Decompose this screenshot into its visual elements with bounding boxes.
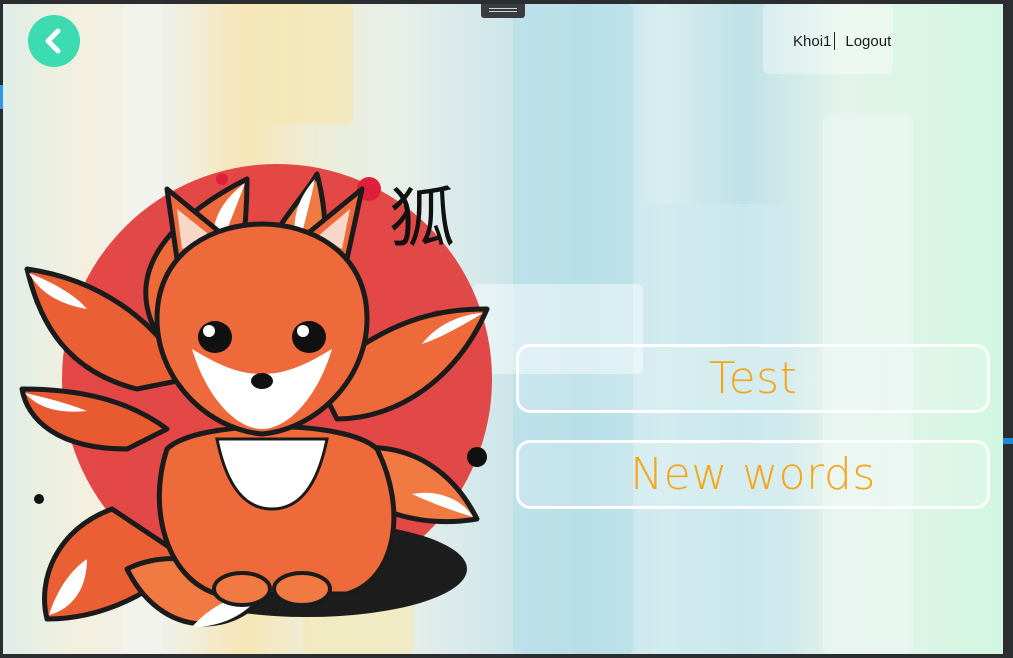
paint-dot <box>216 173 228 185</box>
fox-head <box>154 186 370 437</box>
test-button-label: Test <box>708 353 798 404</box>
outer-frame-right-accent <box>1003 438 1013 444</box>
new-words-button-label: New words <box>630 449 876 500</box>
window-drag-handle[interactable] <box>481 4 525 18</box>
user-bar: Khoi1 Logout <box>793 32 891 50</box>
fox-paw <box>272 571 332 607</box>
test-button[interactable]: Test <box>516 344 990 413</box>
app-window: Khoi1 Logout 狐 Test New words <box>3 4 1003 654</box>
text-cursor <box>834 32 836 50</box>
bg-stroke <box>643 204 793 654</box>
bg-stroke <box>263 4 353 124</box>
kanji-glyph: 狐 <box>389 180 455 257</box>
logout-link[interactable]: Logout <box>845 33 891 50</box>
outer-frame-right <box>1003 0 1013 658</box>
new-words-button[interactable]: New words <box>516 440 990 509</box>
username-label: Khoi1 <box>793 32 832 50</box>
chevron-left-icon <box>45 28 61 54</box>
paint-dot <box>34 494 44 504</box>
fox-paw <box>212 571 272 607</box>
back-button[interactable] <box>28 15 80 67</box>
paint-dot <box>467 447 487 467</box>
fox-illustration: 狐 <box>19 164 492 627</box>
